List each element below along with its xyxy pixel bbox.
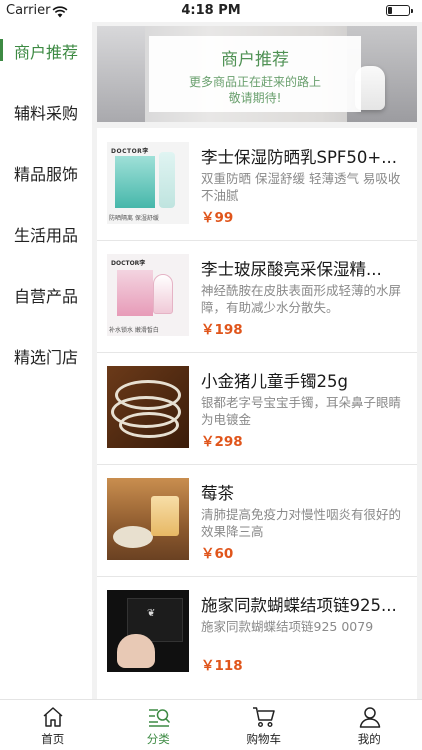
tab-label: 首页 [41,732,65,746]
product-desc: 神经酰胺在皮肤表面形成轻薄的水屏障，有助减少水分散失。 [201,283,402,315]
sidebar-item-daily-goods[interactable]: 生活用品 [0,213,92,253]
product-name: 李士玻尿酸亮采保湿精... [201,260,382,279]
product-price: ￥198 [201,322,243,338]
divider [97,352,417,353]
battery-level [388,7,392,14]
product-box [115,156,155,208]
product-bottle [159,152,175,208]
product-desc: 双重防晒 保湿舒缓 轻薄透气 易吸收 不油腻 [201,171,401,203]
product-bottle [153,274,173,314]
tab-label: 分类 [146,732,170,746]
product-list: DOCTOR李 防晒隔离 保湿舒缓 李士保湿防晒乳SPF50+... 双重防晒 … [97,128,417,699]
tea-glass [151,496,179,536]
tab-profile[interactable]: 我的 [317,700,422,750]
thumb-brand-text: DOCTOR李 [111,260,146,267]
clock: 4:18 PM [181,3,241,18]
divider [97,464,417,465]
sidebar-item-label: 辅料采购 [14,104,79,123]
product-item[interactable]: DOCTOR李 补水锁水 嫩滑皙白 李士玻尿酸亮采保湿精... 神经酰胺在皮肤表… [97,240,417,352]
banner-title: 商户推荐 [221,50,289,70]
category-search-icon [147,706,171,728]
product-name: 施家同款蝴蝶结项链925... [201,596,397,615]
sidebar-item-featured-stores[interactable]: 精选门店 [0,335,92,375]
tab-category[interactable]: 分类 [106,700,212,750]
divider [97,576,417,577]
product-price: ￥118 [201,658,243,674]
divider [97,240,417,241]
product-image: DOCTOR李 防晒隔离 保湿舒缓 [107,142,189,224]
tab-label: 购物车 [246,732,282,746]
sidebar-item-apparel[interactable]: 精品服饰 [0,152,92,192]
product-item[interactable]: ❦ 施家同款蝴蝶结项链925... 施家同款蝴蝶结项链925 0079 ￥118 [97,576,417,688]
product-image [107,366,189,448]
product-image [107,478,189,560]
product-box [117,270,153,316]
sidebar-item-label: 精品服饰 [14,165,79,184]
sidebar-item-merchant-recommend[interactable]: 商户推荐 [0,30,92,70]
thumb-tag-text: 防晒隔离 保湿舒缓 [109,215,159,222]
sidebar-item-label: 生活用品 [14,226,79,245]
product-desc: 施家同款蝴蝶结项链925 0079 [201,619,374,634]
sidebar-item-label: 自营产品 [14,287,79,306]
product-desc: 清肺提高免疫力对慢性咽炎有很好的效果降三高 [201,507,402,539]
product-item[interactable]: 小金猪儿童手镯25g 银都老字号宝宝手镯，耳朵鼻子眼睛为电镀金 ￥298 [97,352,417,464]
product-item[interactable]: 莓茶 清肺提高免疫力对慢性咽炎有很好的效果降三高 ￥60 [97,464,417,576]
product-desc: 银都老字号宝宝手镯，耳朵鼻子眼睛为电镀金 [201,395,402,427]
bottom-tab-bar: 首页 分类 购物车 我的 [0,699,422,750]
thumb-brand-text: DOCTOR李 [111,148,149,155]
category-sidebar: 商户推荐 辅料采购 精品服饰 生活用品 自营产品 精选门店 [0,22,92,699]
home-icon [41,706,65,728]
promo-banner[interactable]: 商户推荐 更多商品正在赶来的路上 敬请期待! [97,26,417,122]
banner-subtitle: 更多商品正在赶来的路上 [188,75,321,89]
product-image: ❦ [107,590,189,672]
sidebar-item-own-products[interactable]: 自营产品 [0,274,92,314]
content-area: 商户推荐 更多商品正在赶来的路上 敬请期待! DOCTOR李 防晒隔离 保湿舒缓… [92,22,422,699]
product-price: ￥99 [201,210,234,226]
status-bar: Carrier 4:18 PM [0,0,422,22]
tea-leaves [113,526,153,548]
product-name: 小金猪儿童手镯25g [201,372,348,391]
banner-background-image [97,26,145,122]
person-icon [358,706,382,728]
banner-subtitle: 敬请期待! [228,91,282,105]
sidebar-item-materials[interactable]: 辅料采购 [0,91,92,131]
product-price: ￥60 [201,546,234,562]
product-image: DOCTOR李 补水锁水 嫩滑皙白 [107,254,189,336]
tab-label: 我的 [357,732,381,746]
bangle-ring [119,412,179,438]
product-name: 莓茶 [201,484,234,503]
cart-icon [252,706,276,728]
hand-shape [117,634,155,668]
battery-icon [386,5,413,16]
banner-card: 商户推荐 更多商品正在赶来的路上 敬请期待! [149,36,361,112]
active-indicator [0,39,3,61]
bow-icon: ❦ [147,608,156,619]
tab-home[interactable]: 首页 [0,700,106,750]
product-price: ￥298 [201,434,243,450]
product-name: 李士保湿防晒乳SPF50+... [201,148,397,167]
thumb-tag-text: 补水锁水 嫩滑皙白 [109,327,159,334]
tab-cart[interactable]: 购物车 [211,700,317,750]
product-item[interactable]: DOCTOR李 防晒隔离 保湿舒缓 李士保湿防晒乳SPF50+... 双重防晒 … [97,128,417,240]
sidebar-item-label: 精选门店 [14,348,79,367]
sidebar-item-label: 商户推荐 [14,43,79,62]
